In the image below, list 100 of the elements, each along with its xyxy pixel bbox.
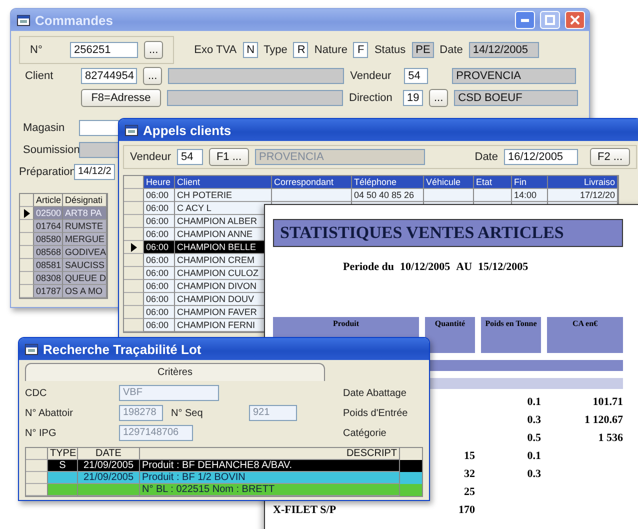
close-button[interactable] <box>565 11 585 29</box>
period-label: Periode du <box>343 261 394 273</box>
text-field[interactable]: 16/12/2005 <box>504 149 578 165</box>
report-cell-text: 25 <box>463 485 475 500</box>
table-cell: N° BL : 022515 Nom : BRETT <box>140 484 400 496</box>
text-field[interactable] <box>79 120 119 136</box>
report-cell-text: X-FILET S/P <box>273 503 338 518</box>
grid-row[interactable]: 08568 GODIVEA <box>20 246 107 259</box>
grid-row[interactable]: 06:00 CH POTERIE 04 50 40 85 26 14:00 17/12/20 <box>124 189 618 202</box>
period-start: 10/12/2005 <box>400 261 450 273</box>
field-label: Soumission <box>23 144 78 156</box>
text-field[interactable]: 82744954 <box>81 68 137 84</box>
column-header[interactable]: Article <box>34 194 63 207</box>
close-icon <box>570 15 580 25</box>
text-field[interactable] <box>168 68 344 84</box>
column-header[interactable]: Désignati <box>63 194 107 207</box>
grid-row[interactable]: 21/09/2005 Produit : BF 1/2 BOVIN <box>26 472 422 484</box>
field-label: Date <box>440 44 463 56</box>
text-field[interactable] <box>167 90 343 106</box>
ellipsis-button[interactable]: ... <box>144 41 164 59</box>
text-field[interactable]: PROVENCIA <box>452 68 576 84</box>
text-field[interactable]: 19 <box>403 90 423 106</box>
report-cell-text: 1 536 <box>597 431 623 446</box>
column-header[interactable]: Client <box>175 176 272 189</box>
field-label: Vendeur <box>350 70 392 82</box>
report-cell-text: 15 <box>463 449 475 464</box>
text-field[interactable]: PE <box>412 42 434 58</box>
text-field[interactable]: 54 <box>404 68 428 84</box>
lookup-button[interactable]: F1 ... <box>208 148 249 166</box>
column-header[interactable]: Livraiso <box>548 176 618 189</box>
column-header[interactable]: Correspondant <box>272 176 352 189</box>
field-label: CDC <box>25 388 48 398</box>
report-title: STATISTIQUES VENTES ARTICLES <box>273 219 623 247</box>
grid-row[interactable]: 08581 SAUCISS <box>20 259 107 272</box>
field-label: N° IPG <box>25 428 58 438</box>
text-field[interactable]: 54 <box>176 149 203 165</box>
report-cell-text: 0.3 <box>526 467 541 482</box>
grid-row[interactable]: 08308 QUEUE D <box>20 272 107 285</box>
text-field[interactable] <box>79 142 119 158</box>
column-header[interactable]: Véhicule <box>424 176 474 189</box>
window-icon <box>25 343 38 355</box>
grid-row[interactable]: 01787 OS A MO <box>20 285 107 298</box>
field-label: Date Abattage <box>343 388 408 398</box>
field-label: Date <box>474 151 498 163</box>
column-header[interactable]: Téléphone <box>352 176 424 189</box>
table-cell: OS A MO <box>63 285 107 298</box>
report-cell-text: 0.1 <box>526 395 541 410</box>
period-end: 15/12/2005 <box>478 261 528 273</box>
window-title: Recherche Traçabilité Lot <box>43 342 202 356</box>
field-label: Status <box>374 44 406 56</box>
report-cell-text: 0.5 <box>526 431 541 446</box>
field-label: Type <box>264 44 288 56</box>
text-field[interactable]: N <box>242 42 258 58</box>
column-header[interactable]: DATE <box>78 448 140 460</box>
field-label: Client <box>25 70 54 82</box>
field-label: N° Seq <box>171 408 204 418</box>
column-header[interactable]: Heure <box>144 176 175 189</box>
period-separator: AU <box>456 261 472 273</box>
grid-row[interactable]: S 21/09/2005 Produit : BF DEHANCHE8 A/BAV. <box>26 460 422 472</box>
column-header[interactable]: Fin <box>512 176 548 189</box>
row-selector[interactable] <box>124 241 144 254</box>
window-title: Appels clients <box>143 122 232 138</box>
report-column-header: CA en€ <box>547 317 623 353</box>
minimize-icon <box>521 18 529 22</box>
maximize-icon <box>545 15 555 25</box>
text-field[interactable]: 256251 <box>70 42 138 58</box>
report-cell-text: 1 120.67 <box>584 413 623 428</box>
minimize-button[interactable] <box>515 11 535 29</box>
row-selector[interactable] <box>20 207 34 220</box>
field-label: N° <box>30 44 44 56</box>
table-cell: 06:00 <box>144 319 175 332</box>
grid-row[interactable]: 01764 RUMSTE <box>20 220 107 233</box>
window-title: Commandes <box>35 12 114 28</box>
field-label: N° Abattoir <box>25 408 74 418</box>
text-field[interactable]: F <box>353 42 368 58</box>
lookup-button[interactable]: F2 ... <box>590 148 630 166</box>
column-header[interactable]: DESCRIPT <box>140 448 400 460</box>
report-cell-text: 32 <box>463 467 475 482</box>
column-header[interactable]: Etat <box>474 176 512 189</box>
text-field[interactable]: 14/12/2 <box>74 164 115 180</box>
table-cell: 01787 <box>34 285 63 298</box>
report-cell-text: 170 <box>458 503 475 518</box>
text-field[interactable]: CSD BOEUF <box>454 90 578 106</box>
maximize-button[interactable] <box>540 11 560 29</box>
field-label: Exo TVA <box>194 44 237 56</box>
text-field[interactable]: R <box>293 42 308 58</box>
grid-row[interactable]: N° BL : 022515 Nom : BRETT <box>26 484 422 496</box>
grid-row[interactable]: 08580 MERGUE <box>20 233 107 246</box>
window-icon <box>17 14 30 26</box>
tab[interactable]: Critères <box>25 363 325 381</box>
field-label: Préparation <box>19 166 73 178</box>
field-label: Direction <box>349 92 394 104</box>
address-button[interactable]: F8=Adresse <box>81 89 161 107</box>
text-field[interactable]: 14/12/2005 <box>468 42 539 58</box>
field-label: Poids d'Entrée <box>343 408 409 418</box>
row-pointer-icon <box>24 208 30 218</box>
field-label: Magasin <box>23 122 66 134</box>
column-header[interactable]: TYPE <box>48 448 78 460</box>
ellipsis-button[interactable]: ... <box>143 67 162 85</box>
ellipsis-button[interactable]: ... <box>429 89 448 107</box>
